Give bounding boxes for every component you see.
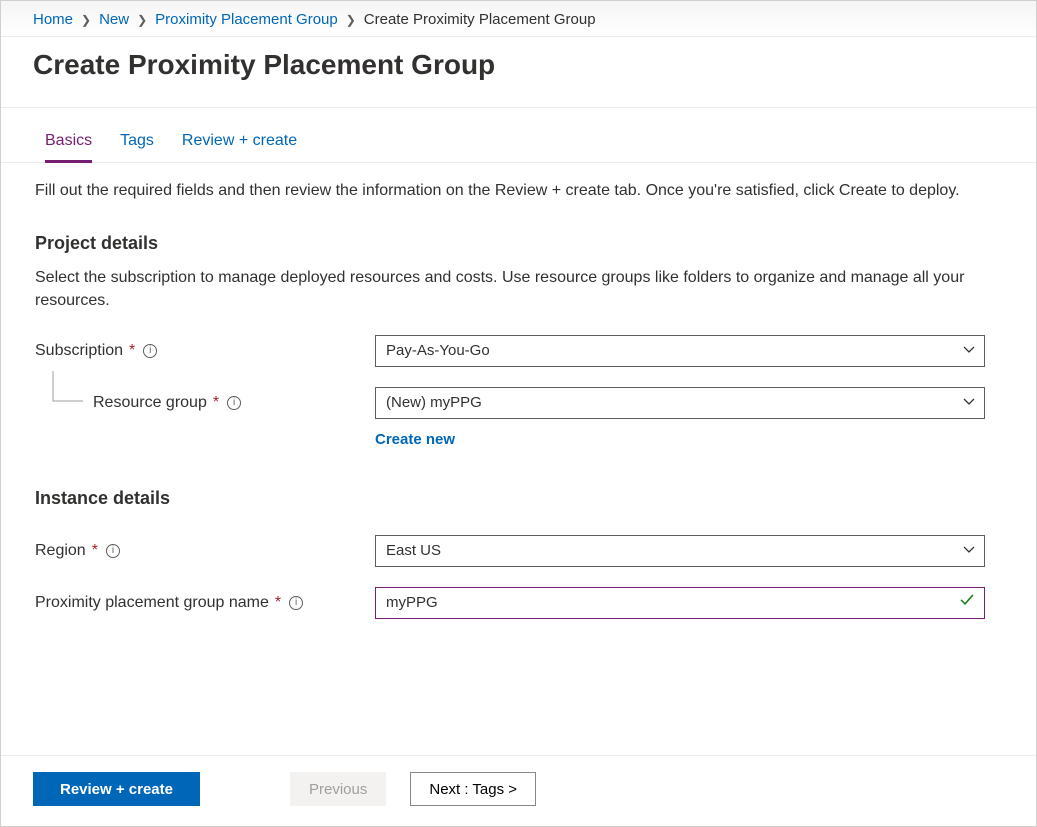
project-details-title: Project details xyxy=(35,230,1002,256)
field-resource-group-createnew: Create new xyxy=(35,425,1002,451)
subscription-select[interactable]: Pay-As-You-Go xyxy=(375,335,985,367)
footer: Review + create Previous Next : Tags > xyxy=(1,755,1036,826)
info-icon[interactable]: i xyxy=(106,544,120,558)
info-icon[interactable]: i xyxy=(227,396,241,410)
page-title: Create Proximity Placement Group xyxy=(33,49,1004,81)
info-icon[interactable]: i xyxy=(143,344,157,358)
info-icon[interactable]: i xyxy=(289,596,303,610)
required-indicator: * xyxy=(275,591,281,614)
region-label: Region * i xyxy=(35,539,375,562)
field-ppg-name: Proximity placement group name * i xyxy=(35,587,1002,619)
field-subscription: Subscription * i Pay-As-You-Go xyxy=(35,335,1002,367)
project-details-desc: Select the subscription to manage deploy… xyxy=(35,266,995,312)
tab-basics[interactable]: Basics xyxy=(45,132,92,163)
tab-bar: Basics Tags Review + create xyxy=(1,108,1036,163)
form-content: Fill out the required fields and then re… xyxy=(1,163,1036,619)
ppg-name-label: Proximity placement group name * i xyxy=(35,591,375,614)
intro-text: Fill out the required fields and then re… xyxy=(35,179,995,202)
branch-icon xyxy=(49,371,85,411)
check-icon xyxy=(959,591,975,614)
required-indicator: * xyxy=(92,539,98,562)
previous-button: Previous xyxy=(290,772,386,806)
instance-details-title: Instance details xyxy=(35,485,1002,511)
chevron-right-icon: ❯ xyxy=(342,13,360,27)
required-indicator: * xyxy=(213,391,219,414)
field-region: Region * i East US xyxy=(35,535,1002,567)
breadcrumb: Home ❯ New ❯ Proximity Placement Group ❯… xyxy=(1,1,1036,37)
region-select[interactable]: East US xyxy=(375,535,985,567)
required-indicator: * xyxy=(129,339,135,362)
breadcrumb-ppg[interactable]: Proximity Placement Group xyxy=(155,11,338,28)
breadcrumb-home[interactable]: Home xyxy=(33,11,73,28)
next-button[interactable]: Next : Tags > xyxy=(410,772,536,806)
create-new-link[interactable]: Create new xyxy=(375,429,455,451)
chevron-right-icon: ❯ xyxy=(133,13,151,27)
subscription-label: Subscription * i xyxy=(35,339,375,362)
resource-group-select[interactable]: (New) myPPG xyxy=(375,387,985,419)
tab-review[interactable]: Review + create xyxy=(182,132,297,162)
breadcrumb-current: Create Proximity Placement Group xyxy=(364,11,596,28)
tab-tags[interactable]: Tags xyxy=(120,132,154,162)
ppg-name-input[interactable] xyxy=(375,587,985,619)
breadcrumb-new[interactable]: New xyxy=(99,11,129,28)
review-create-button[interactable]: Review + create xyxy=(33,772,200,806)
resource-group-label: Resource group * i xyxy=(35,391,375,414)
field-resource-group: Resource group * i (New) myPPG xyxy=(35,387,1002,419)
chevron-right-icon: ❯ xyxy=(77,13,95,27)
